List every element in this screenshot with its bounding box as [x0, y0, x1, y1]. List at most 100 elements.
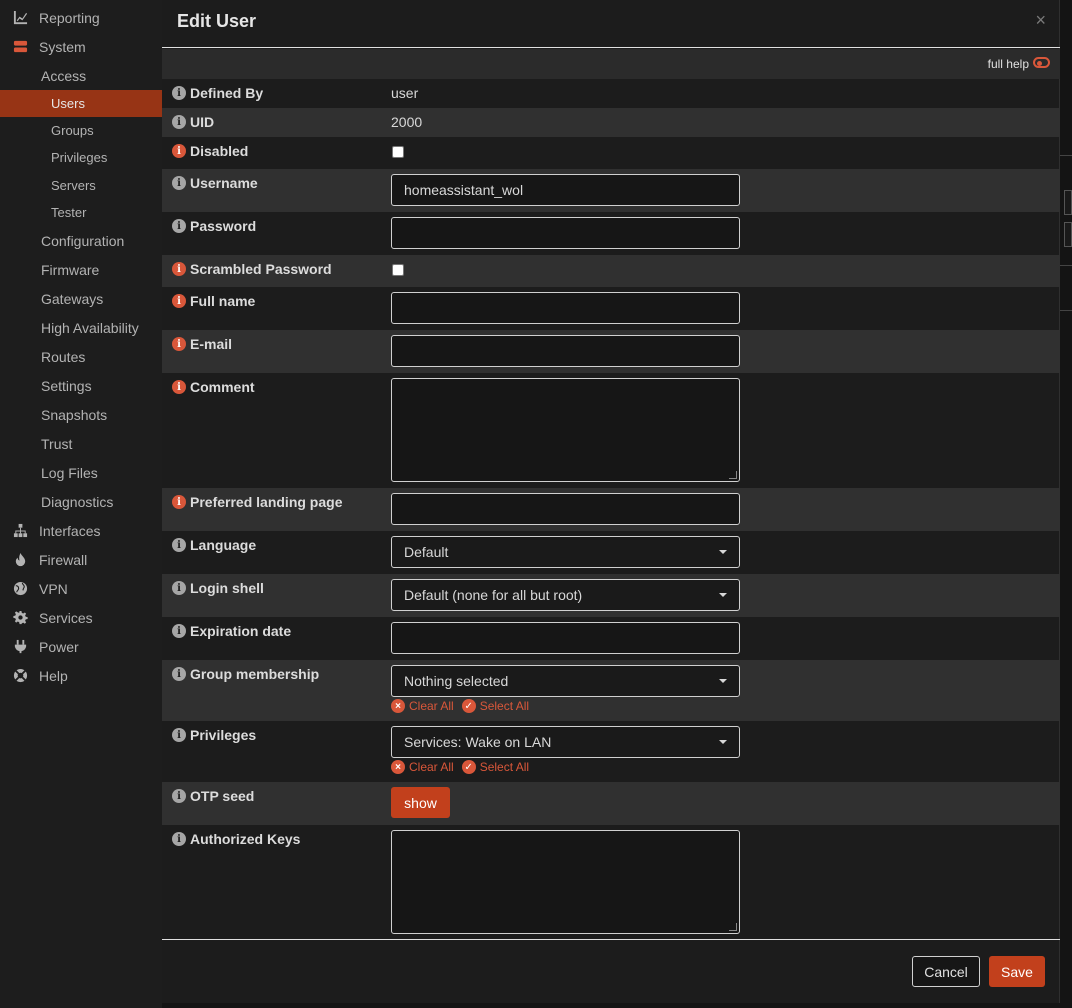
- sidebar-item-users[interactable]: Users: [0, 90, 162, 117]
- info-icon[interactable]: i: [172, 219, 186, 233]
- sidebar-item-system[interactable]: System: [0, 32, 162, 61]
- sidebar-item-vpn[interactable]: VPN: [0, 574, 162, 603]
- row-full-name: i Full name: [162, 287, 1060, 330]
- sidebar-item-access[interactable]: Access: [0, 61, 162, 90]
- row-landing-page: i Preferred landing page: [162, 488, 1060, 531]
- save-button[interactable]: Save: [989, 956, 1045, 987]
- row-comment: i Comment: [162, 373, 1060, 488]
- info-icon[interactable]: i: [172, 832, 186, 846]
- sidebar-item-interfaces[interactable]: Interfaces: [0, 516, 162, 545]
- sidebar-item-privileges[interactable]: Privileges: [0, 144, 162, 171]
- select-all-label: Select All: [479, 760, 530, 774]
- label-text: Expiration date: [190, 623, 292, 639]
- dialog-footer: Cancel Save: [162, 939, 1060, 1003]
- comment-textarea[interactable]: [391, 378, 740, 482]
- sidebar-item-reporting[interactable]: Reporting: [0, 3, 162, 32]
- row-username: i Username homeassistant_wol: [162, 169, 1060, 212]
- full-name-input[interactable]: [391, 292, 740, 324]
- sidebar-item-tester[interactable]: Tester: [0, 199, 162, 226]
- row-scrambled-password: i Scrambled Password: [162, 255, 1060, 287]
- scrambled-password-checkbox[interactable]: [392, 264, 404, 276]
- field-label: i UID: [172, 114, 214, 130]
- sidebar-item-settings[interactable]: Settings: [0, 371, 162, 400]
- info-icon[interactable]: i: [172, 115, 186, 129]
- sidebar-item-trust[interactable]: Trust: [0, 429, 162, 458]
- sidebar-item-firmware[interactable]: Firmware: [0, 255, 162, 284]
- clear-all-label: Clear All: [409, 760, 454, 774]
- landing-page-input[interactable]: [391, 493, 740, 525]
- group-clear-all-button[interactable]: × Clear All: [391, 699, 454, 713]
- sidebar-item-label: Users: [51, 96, 85, 111]
- sidebar-item-label: Gateways: [41, 290, 104, 307]
- caret-down-icon: [719, 740, 727, 744]
- group-membership-selected-value: Nothing selected: [404, 673, 509, 689]
- info-icon[interactable]: i: [172, 667, 186, 681]
- username-input[interactable]: homeassistant_wol: [391, 174, 740, 206]
- privileges-select[interactable]: Services: Wake on LAN: [391, 726, 740, 758]
- plug-icon: [12, 639, 28, 655]
- sidebar-item-help[interactable]: Help: [0, 661, 162, 690]
- info-icon[interactable]: i: [172, 176, 186, 190]
- language-select[interactable]: Default: [391, 536, 740, 568]
- info-icon[interactable]: i: [172, 144, 186, 158]
- password-input[interactable]: [391, 217, 740, 249]
- privileges-selected-value: Services: Wake on LAN: [404, 734, 552, 750]
- background-divider: [1060, 310, 1072, 311]
- sidebar-item-services[interactable]: Services: [0, 603, 162, 632]
- field-label: i Defined By: [172, 85, 263, 101]
- label-text: E-mail: [190, 336, 233, 352]
- info-icon[interactable]: i: [172, 624, 186, 638]
- privileges-clear-all-button[interactable]: × Clear All: [391, 760, 454, 774]
- group-membership-select[interactable]: Nothing selected: [391, 665, 740, 697]
- info-icon[interactable]: i: [172, 728, 186, 742]
- login-shell-selected-value: Default (none for all but root): [404, 587, 583, 603]
- info-icon[interactable]: i: [172, 789, 186, 803]
- field-label: i Privileges: [172, 727, 256, 743]
- sidebar-item-label: Services: [39, 609, 93, 626]
- sidebar-item-label: Diagnostics: [41, 493, 114, 510]
- sidebar-item-label: Snapshots: [41, 406, 108, 423]
- info-icon[interactable]: i: [172, 337, 186, 351]
- info-icon[interactable]: i: [172, 86, 186, 100]
- sidebar-item-power[interactable]: Power: [0, 632, 162, 661]
- sidebar-item-high-availability[interactable]: High Availability: [0, 313, 162, 342]
- group-select-all-button[interactable]: ✓ Select All: [461, 699, 529, 713]
- sidebar-item-servers[interactable]: Servers: [0, 172, 162, 199]
- info-icon[interactable]: i: [172, 380, 186, 394]
- caret-down-icon: [719, 550, 727, 554]
- background-divider: [1060, 265, 1072, 266]
- cancel-button[interactable]: Cancel: [912, 956, 980, 987]
- authorized-keys-textarea[interactable]: [391, 830, 740, 934]
- field-label: i Password: [172, 218, 256, 234]
- sidebar-item-label: Servers: [51, 178, 96, 193]
- disabled-checkbox[interactable]: [392, 146, 404, 158]
- gear-icon: [12, 610, 28, 626]
- sidebar-item-diagnostics[interactable]: Diagnostics: [0, 487, 162, 516]
- info-icon[interactable]: i: [172, 294, 186, 308]
- login-shell-select[interactable]: Default (none for all but root): [391, 579, 740, 611]
- label-text: Language: [190, 537, 257, 553]
- sidebar-item-gateways[interactable]: Gateways: [0, 284, 162, 313]
- otp-show-button[interactable]: show: [391, 787, 450, 818]
- sidebar-item-groups[interactable]: Groups: [0, 117, 162, 144]
- sidebar-item-firewall[interactable]: Firewall: [0, 545, 162, 574]
- server-icon: [12, 39, 28, 55]
- expiration-date-input[interactable]: [391, 622, 740, 654]
- sidebar-item-label: Tester: [51, 205, 87, 220]
- sidebar-item-label: VPN: [39, 580, 68, 597]
- privileges-select-all-button[interactable]: ✓ Select All: [461, 760, 530, 774]
- full-help-toggle[interactable]: [1033, 57, 1050, 68]
- sidebar-item-snapshots[interactable]: Snapshots: [0, 400, 162, 429]
- info-icon[interactable]: i: [172, 262, 186, 276]
- close-icon[interactable]: ×: [1035, 10, 1046, 31]
- sidebar-item-log-files[interactable]: Log Files: [0, 458, 162, 487]
- sidebar-item-label: Settings: [41, 377, 92, 394]
- sidebar-item-routes[interactable]: Routes: [0, 342, 162, 371]
- field-label: i Preferred landing page: [172, 494, 342, 510]
- info-icon[interactable]: i: [172, 581, 186, 595]
- sidebar-item-configuration[interactable]: Configuration: [0, 226, 162, 255]
- full-help-label: full help: [987, 57, 1029, 71]
- info-icon[interactable]: i: [172, 538, 186, 552]
- info-icon[interactable]: i: [172, 495, 186, 509]
- email-input[interactable]: [391, 335, 740, 367]
